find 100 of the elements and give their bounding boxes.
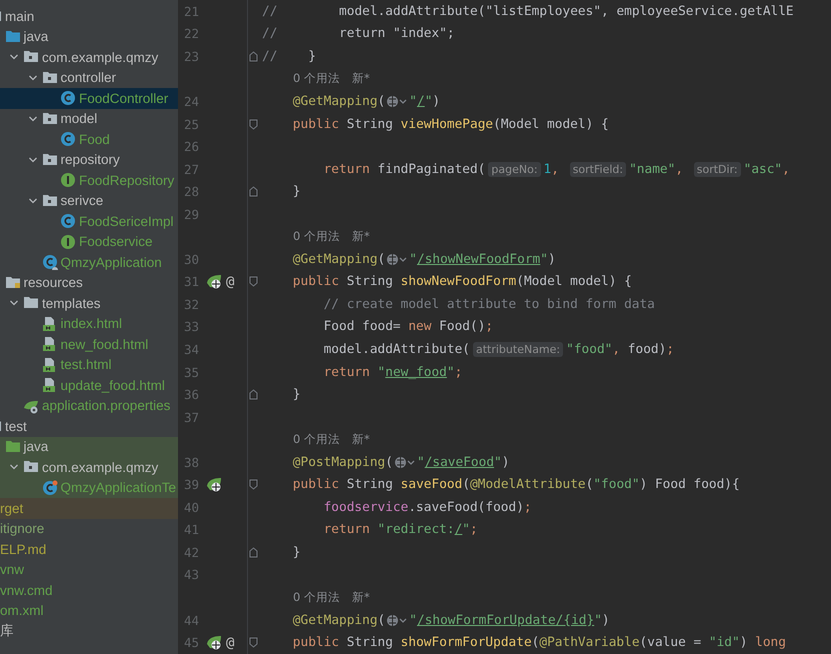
tree-item[interactable]: test (0, 416, 178, 436)
chevron-icon[interactable] (28, 196, 38, 206)
fold-icon[interactable] (248, 276, 258, 288)
tree-item[interactable]: application.properties (0, 396, 178, 416)
code-token: String (346, 477, 394, 492)
tree-item[interactable]: index.html (0, 314, 178, 334)
url-link[interactable]: / (454, 522, 462, 538)
tree-item[interactable]: itignore (0, 518, 178, 539)
fold-icon[interactable] (248, 637, 258, 648)
globe-icon[interactable] (386, 94, 408, 108)
url-link[interactable]: / (416, 94, 425, 109)
fold-icon[interactable] (248, 389, 258, 400)
tree-item[interactable]: controller (0, 68, 178, 88)
code-token: // (262, 26, 278, 42)
tree-item[interactable]: ELP.md (0, 539, 178, 560)
item-label: update_food.html (60, 378, 165, 393)
usages-hint[interactable]: 0 个用法 (293, 71, 340, 86)
code-token: showFormForUpdate (400, 635, 532, 650)
item-label: 库 (0, 622, 14, 640)
tree-item[interactable]: java (0, 26, 178, 47)
tree-item[interactable]: Food (0, 129, 178, 150)
code-token: foodservice (324, 500, 408, 515)
gutter-symbol[interactable]: @ (226, 274, 234, 290)
tree-item[interactable]: vnw (0, 560, 178, 580)
tree-item[interactable]: om.xml (0, 600, 178, 621)
url-link[interactable]: /showNewFoodForm (416, 252, 540, 267)
tree-item[interactable]: FoodSericeImpl (0, 211, 178, 232)
url-link[interactable]: new_food (385, 364, 447, 380)
tree-item[interactable]: repository (0, 150, 178, 170)
item-label: ELP.md (0, 542, 46, 557)
fold-icon[interactable] (248, 50, 258, 62)
code-token: ; (666, 342, 674, 357)
code-token: showNewFoodForm (400, 274, 516, 290)
code-token: saveFood (400, 477, 462, 492)
code-token: food) (628, 342, 666, 357)
item-label: model (60, 111, 98, 126)
usages-hint[interactable]: 0 个用法 (293, 229, 340, 244)
tree-item[interactable]: vnw.cmd (0, 580, 178, 600)
tree-item[interactable]: templates (0, 293, 178, 314)
code-token: 1 (544, 162, 552, 177)
code-token: public (292, 116, 340, 132)
globe-icon[interactable] (394, 456, 416, 469)
item-label: QmzyApplication (60, 254, 162, 270)
url-link[interactable]: /saveFood (424, 454, 494, 470)
parameter-hint: sortField: (570, 162, 626, 177)
line-number: 23 (183, 48, 200, 64)
line-number: 27 (183, 162, 200, 177)
url-link[interactable]: /showFormForUpdate/{id} (416, 612, 594, 628)
tree-item[interactable]: com.example.qmzy (0, 47, 178, 68)
tree-item[interactable]: com.example.qmzy (0, 457, 178, 478)
item-label: java (24, 29, 48, 44)
item-label: repository (60, 152, 120, 168)
tree-item[interactable]: java (0, 436, 178, 457)
globe-icon[interactable] (386, 614, 408, 627)
folder-icon (4, 274, 20, 289)
fold-icon[interactable] (248, 186, 258, 198)
tree-item[interactable]: main (0, 6, 178, 26)
tree-item[interactable]: FoodController (0, 88, 178, 108)
tree-item[interactable]: Foodservice (0, 232, 178, 252)
tree-item[interactable]: resources (0, 272, 178, 293)
tree-item[interactable]: 库 (0, 621, 178, 642)
line-number: 32 (183, 296, 200, 312)
tree-item[interactable]: model (0, 108, 178, 129)
code-token: ( (385, 454, 393, 470)
tree-item[interactable]: test.html (0, 354, 178, 375)
tree-item[interactable]: rget (0, 498, 178, 518)
class-icon (60, 90, 76, 106)
gutter-symbol[interactable]: @ (226, 634, 234, 651)
line-number: 43 (183, 567, 200, 582)
endpoint-icon[interactable] (206, 274, 222, 290)
code-token: .saveFood(food) (408, 500, 524, 515)
line-number: 34 (183, 342, 200, 357)
chevron-icon[interactable] (28, 114, 38, 124)
endpoint-icon[interactable] (206, 476, 222, 493)
code-token: viewHomePage (400, 116, 494, 132)
tree-item[interactable]: new_food.html (0, 334, 178, 354)
chevron-icon[interactable] (28, 154, 38, 165)
usages-hint[interactable]: 0 个用法 (293, 590, 340, 605)
tree-item[interactable]: QmzyApplicationTe (0, 478, 178, 498)
code-token: ( (586, 477, 594, 492)
item-label: java (24, 439, 48, 454)
usages-hint[interactable]: 0 个用法 (293, 432, 340, 448)
code-token: ) (602, 612, 610, 628)
item-label: QmzyApplicationTe (60, 480, 176, 496)
chevron-icon[interactable] (28, 72, 38, 83)
fold-icon[interactable] (248, 479, 258, 490)
tree-item[interactable]: FoodRepository (0, 170, 178, 190)
globe-icon[interactable] (386, 252, 408, 266)
item-label: test.html (60, 357, 112, 372)
fold-icon[interactable] (248, 546, 258, 558)
fold-icon[interactable] (248, 118, 258, 130)
code-token: ; (524, 500, 532, 515)
tree-item[interactable]: serivce (0, 190, 178, 211)
tree-item[interactable]: update_food.html (0, 375, 178, 396)
author-hint: 新* (352, 229, 370, 244)
interface-icon (60, 234, 76, 250)
code-token: , (612, 342, 622, 357)
tree-item[interactable]: QmzyApplication (0, 252, 178, 272)
endpoint-icon[interactable] (206, 634, 222, 651)
item-label: vnw.cmd (0, 582, 53, 598)
